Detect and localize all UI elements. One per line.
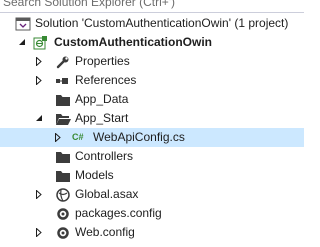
tree-item-controllers[interactable]: Controllers [0, 147, 304, 166]
tree-item-solution[interactable]: Solution 'CustomAuthenticationOwin' (1 p… [0, 14, 304, 33]
tree-item-webapiconfig[interactable]: C# WebApiConfig.cs [0, 128, 304, 147]
tree-item-label: packages.config [75, 206, 162, 220]
collapsed-arrow-icon[interactable] [54, 128, 64, 147]
expanded-arrow-icon[interactable] [18, 33, 28, 52]
tree-item-models[interactable]: Models [0, 166, 304, 185]
tree-item-label: App_Data [75, 92, 129, 106]
folder-icon [55, 92, 71, 108]
collapsed-arrow-icon[interactable] [35, 185, 45, 204]
tree-item-label: Global.asax [75, 187, 139, 201]
tree-item-global-asax[interactable]: Global.asax [0, 185, 304, 204]
open-folder-icon [55, 111, 71, 127]
wrench-icon [55, 54, 71, 70]
csharp-file-icon: C# [72, 132, 84, 142]
global-asax-icon [55, 187, 71, 203]
tree-item-label: Web.config [75, 225, 135, 239]
references-icon [55, 73, 71, 89]
tree-item-web-config[interactable]: Web.config [0, 223, 304, 242]
config-file-icon [55, 206, 71, 222]
web-project-icon [32, 35, 48, 51]
tree-item-properties[interactable]: Properties [0, 52, 304, 71]
collapsed-arrow-icon[interactable] [35, 223, 45, 242]
expanded-arrow-icon[interactable] [35, 109, 45, 128]
tree-item-label: Controllers [75, 149, 134, 163]
tree-item-label: References [75, 73, 137, 87]
config-file-icon [55, 225, 71, 241]
folder-icon [55, 149, 71, 165]
tree-item-packages-config[interactable]: packages.config [0, 204, 304, 223]
search-input[interactable] [0, 0, 283, 10]
tree-item-label: App_Start [75, 111, 129, 125]
tree-item-label: Models [75, 168, 114, 182]
tree-item-label: WebApiConfig.cs [93, 130, 185, 144]
tree-item-label: CustomAuthenticationOwin [54, 35, 212, 49]
tree-item-label: Properties [75, 54, 130, 68]
folder-icon [55, 168, 71, 184]
tree-item-app-data[interactable]: App_Data [0, 90, 304, 109]
tree-item-project[interactable]: CustomAuthenticationOwin [0, 33, 304, 52]
solution-tree: Solution 'CustomAuthenticationOwin' (1 p… [0, 12, 304, 247]
solution-icon [15, 16, 31, 32]
collapsed-arrow-icon[interactable] [35, 52, 45, 71]
tree-item-app-start[interactable]: App_Start [0, 109, 304, 128]
tree-item-label: Solution 'CustomAuthenticationOwin' (1 p… [35, 16, 289, 30]
tree-item-references[interactable]: References [0, 71, 304, 90]
collapsed-arrow-icon[interactable] [35, 71, 45, 90]
